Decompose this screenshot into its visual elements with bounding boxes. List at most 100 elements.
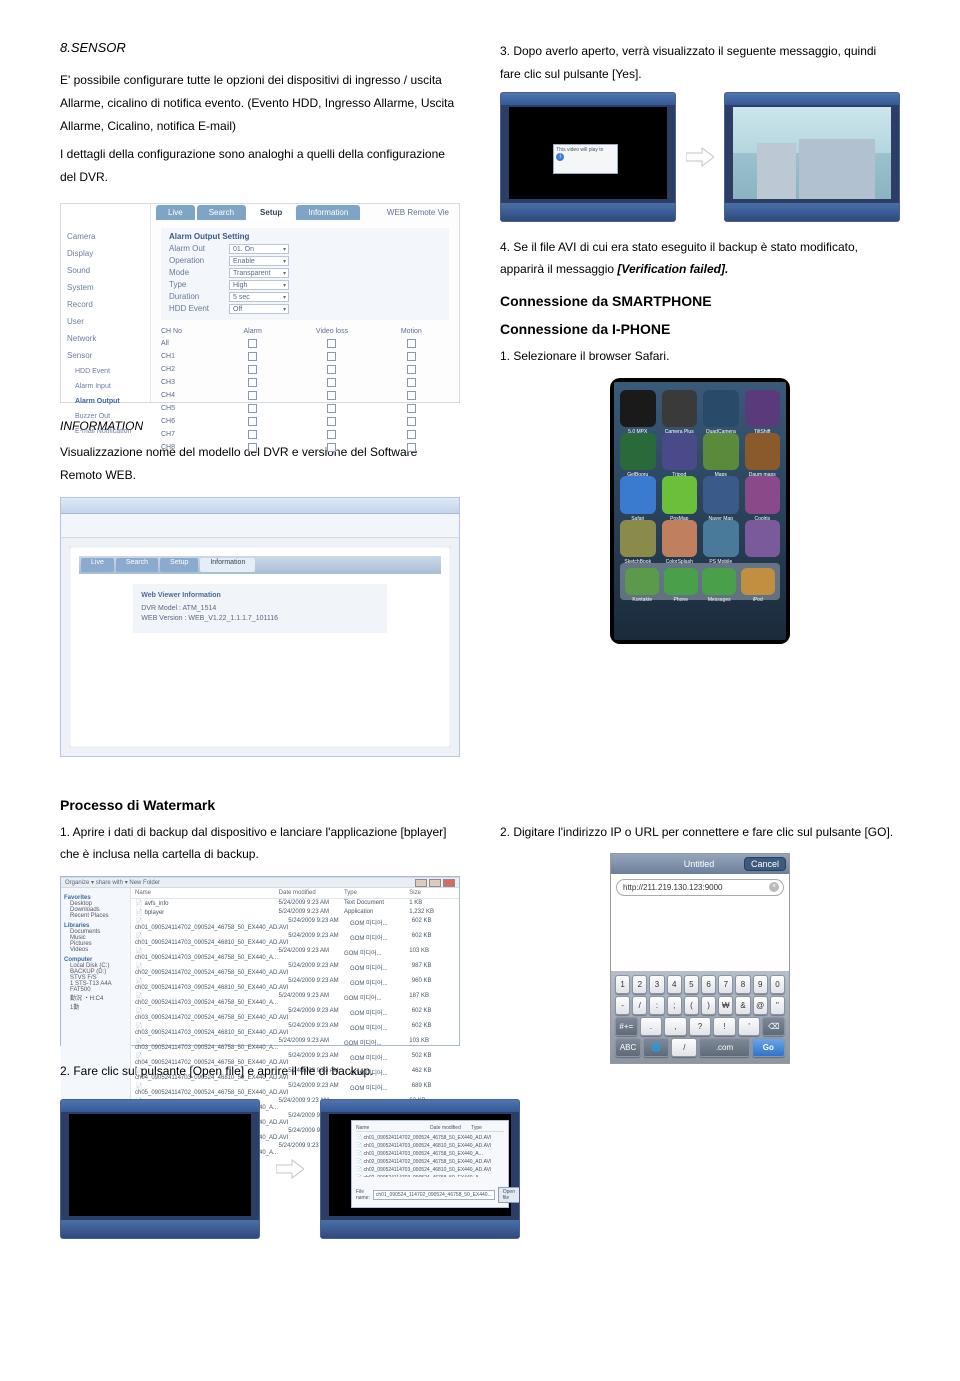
key[interactable]: #+= bbox=[615, 1017, 638, 1036]
checkbox[interactable] bbox=[407, 352, 416, 361]
checkbox[interactable] bbox=[407, 339, 416, 348]
key[interactable]: 1 bbox=[615, 975, 630, 994]
key[interactable]: 0 bbox=[770, 975, 785, 994]
key[interactable]: - bbox=[615, 996, 630, 1015]
checkbox[interactable] bbox=[248, 404, 257, 413]
explorer-toolbar[interactable]: Organize ▾ share with ▾ New Folder bbox=[61, 878, 459, 888]
checkbox[interactable] bbox=[248, 352, 257, 361]
key[interactable]: ; bbox=[667, 996, 682, 1015]
key[interactable]: ( bbox=[684, 996, 699, 1015]
key[interactable]: ' bbox=[738, 1017, 761, 1036]
confirm-dialog[interactable]: This video will play to i bbox=[553, 144, 618, 174]
key[interactable]: . bbox=[640, 1017, 663, 1036]
file-row[interactable]: ch03_090524114702_090524_46758_50_EX440_… bbox=[131, 1007, 459, 1022]
app-icon[interactable]: TiltShift bbox=[745, 390, 781, 427]
checkbox[interactable] bbox=[327, 417, 336, 426]
checkbox[interactable] bbox=[407, 391, 416, 400]
side-pen[interactable]: 勤況 ・H:C4 bbox=[64, 993, 127, 1002]
key[interactable]: 🌐 bbox=[643, 1038, 669, 1057]
checkbox[interactable] bbox=[327, 365, 336, 374]
checkbox[interactable] bbox=[407, 378, 416, 387]
key[interactable]: ₩ bbox=[718, 996, 733, 1015]
file-row[interactable]: 📄 ch01_090524114703_090524_46810_50_EX44… bbox=[356, 1142, 504, 1150]
key[interactable]: ! bbox=[713, 1017, 736, 1036]
file-row[interactable]: ch01_090524114703_090524_46758_50_EX440_… bbox=[131, 947, 459, 962]
side-sensor[interactable]: Sensor bbox=[67, 347, 144, 364]
checkbox[interactable] bbox=[327, 404, 336, 413]
key[interactable]: 4 bbox=[667, 975, 682, 994]
checkbox[interactable] bbox=[407, 404, 416, 413]
checkbox[interactable] bbox=[327, 430, 336, 439]
clear-icon[interactable]: × bbox=[769, 882, 779, 892]
side-alarm-input[interactable]: Alarm Input bbox=[67, 379, 144, 394]
dock-icon[interactable]: Phone bbox=[664, 568, 698, 595]
app-icon[interactable] bbox=[745, 520, 781, 557]
checkbox[interactable] bbox=[248, 417, 257, 426]
key[interactable]: 7 bbox=[718, 975, 733, 994]
checkbox[interactable] bbox=[407, 443, 416, 452]
sel-hdd-event[interactable]: Off bbox=[229, 304, 289, 314]
file-row[interactable]: 📄 ch02_090524114703_090524_46758_50_EX44… bbox=[356, 1174, 504, 1177]
file-row[interactable]: ch05_090524114702_090524_46758_50_EX440_… bbox=[131, 1082, 459, 1097]
tab-search[interactable]: Search bbox=[197, 205, 246, 220]
tab-information[interactable]: Information bbox=[296, 205, 360, 220]
key[interactable]: " bbox=[770, 996, 785, 1015]
app-icon[interactable]: ColorSplash bbox=[662, 520, 698, 557]
side-videos[interactable]: Videos bbox=[64, 947, 127, 953]
key[interactable]: / bbox=[632, 996, 647, 1015]
file-row[interactable]: avfs_info5/24/2009 9:23 AMText Document1… bbox=[131, 899, 459, 908]
app-icon[interactable]: 5.0 MPX bbox=[620, 390, 656, 427]
ecol-date[interactable]: Date modified bbox=[279, 890, 344, 896]
info-tab-live[interactable]: Live bbox=[81, 558, 114, 572]
app-icon[interactable]: Tripod bbox=[662, 433, 698, 470]
info-tab-information[interactable]: Information bbox=[200, 558, 255, 572]
dock-icon[interactable]: Kontakte bbox=[625, 568, 659, 595]
file-row[interactable]: ch02_090524114703_090524_46810_50_EX440_… bbox=[131, 977, 459, 992]
key[interactable]: 8 bbox=[735, 975, 750, 994]
checkbox[interactable] bbox=[327, 378, 336, 387]
checkbox[interactable] bbox=[407, 430, 416, 439]
app-icon[interactable]: Naver Map bbox=[703, 476, 739, 513]
side-system[interactable]: System bbox=[67, 279, 144, 296]
file-row[interactable]: ch02_090524114702_090524_46758_50_EX440_… bbox=[131, 962, 459, 977]
key[interactable]: 6 bbox=[701, 975, 716, 994]
info-tab-setup[interactable]: Setup bbox=[160, 558, 198, 572]
app-icon[interactable]: SketchBook bbox=[620, 520, 656, 557]
file-row[interactable]: bplayer5/24/2009 9:23 AMApplication1,232… bbox=[131, 908, 459, 917]
tab-live[interactable]: Live bbox=[156, 205, 195, 220]
file-row[interactable]: ch03_090524114703_090524_46810_50_EX440_… bbox=[131, 1022, 459, 1037]
info-tab-search[interactable]: Search bbox=[116, 558, 158, 572]
window-buttons[interactable] bbox=[415, 879, 455, 887]
key[interactable]: Go bbox=[752, 1038, 785, 1057]
key[interactable]: 5 bbox=[684, 975, 699, 994]
ecol-type[interactable]: Type bbox=[344, 890, 409, 896]
sel-mode[interactable]: Transparent bbox=[229, 268, 289, 278]
checkbox[interactable] bbox=[327, 443, 336, 452]
key[interactable]: / bbox=[671, 1038, 697, 1057]
checkbox[interactable] bbox=[248, 430, 257, 439]
side-display[interactable]: Display bbox=[67, 245, 144, 262]
file-row[interactable]: ch01_090524114702_090524_46758_50_EX440_… bbox=[131, 917, 459, 932]
side-recent[interactable]: Recent Places bbox=[64, 913, 127, 919]
file-row[interactable]: 📄 ch02_090524114702_090524_46758_50_EX44… bbox=[356, 1158, 504, 1166]
file-row[interactable]: ch02_090524114703_090524_46758_50_EX440_… bbox=[131, 992, 459, 1007]
app-icon[interactable]: PS Mobile bbox=[703, 520, 739, 557]
checkbox[interactable] bbox=[327, 352, 336, 361]
side-record[interactable]: Record bbox=[67, 296, 144, 313]
checkbox[interactable] bbox=[407, 417, 416, 426]
sel-alarm-out[interactable]: 01. On bbox=[229, 244, 289, 254]
side-email[interactable]: E-mail Notification bbox=[67, 424, 144, 439]
file-row[interactable]: 📄 ch01_090524114702_090524_46758_50_EX44… bbox=[356, 1134, 504, 1142]
checkbox[interactable] bbox=[407, 365, 416, 374]
side-sound[interactable]: Sound bbox=[67, 262, 144, 279]
key[interactable]: @ bbox=[753, 996, 768, 1015]
dock-icon[interactable]: Messages bbox=[702, 568, 736, 595]
app-icon[interactable]: PosMap bbox=[662, 476, 698, 513]
key[interactable]: ⌫ bbox=[762, 1017, 785, 1036]
checkbox[interactable] bbox=[327, 391, 336, 400]
side-network[interactable]: Network bbox=[67, 330, 144, 347]
app-icon[interactable]: QuadCamera bbox=[703, 390, 739, 427]
side-rej[interactable]: 1勤 bbox=[64, 1002, 127, 1011]
open-file-field[interactable]: ch01_090524_114702_090524_46758_50_EX440… bbox=[373, 1190, 495, 1200]
side-camera[interactable]: Camera bbox=[67, 228, 144, 245]
